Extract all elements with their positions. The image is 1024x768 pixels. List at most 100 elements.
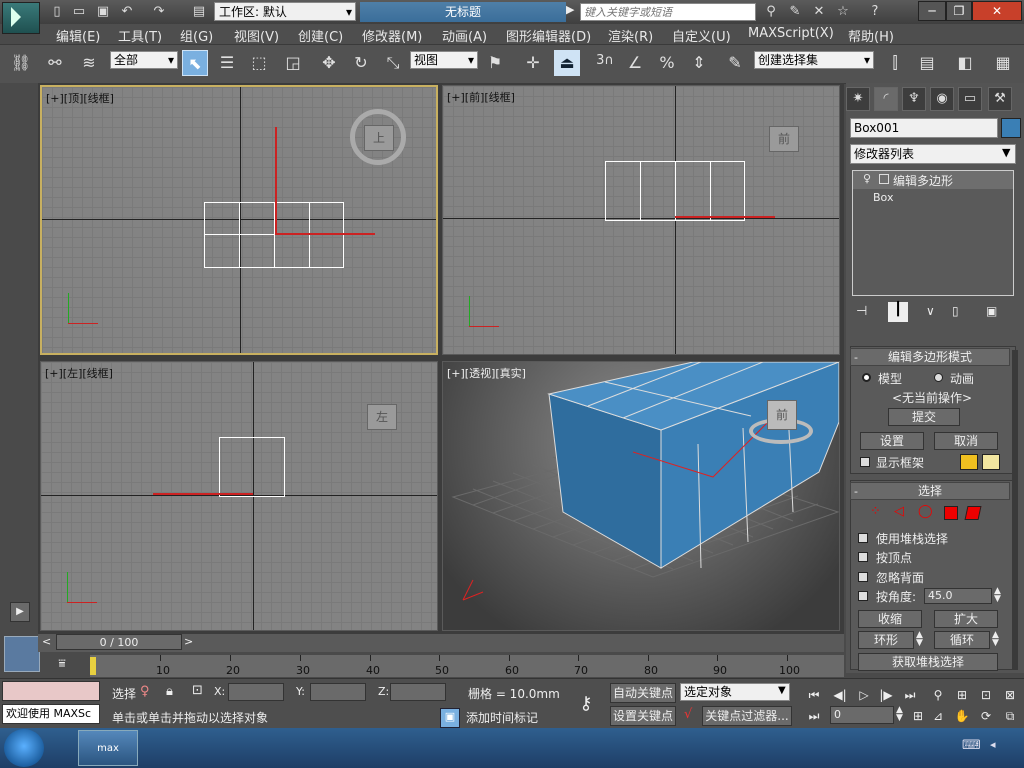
help-icon[interactable]: ? <box>866 3 884 21</box>
gizmo-x-axis[interactable] <box>275 233 375 235</box>
shrink-button[interactable]: 收缩 <box>858 610 922 628</box>
select-object-icon[interactable]: ⬉ <box>182 50 208 76</box>
viewcube[interactable]: 左 <box>367 404 397 430</box>
viewport-front-label[interactable]: [+][前][线框] <box>447 89 515 105</box>
key-filters-button[interactable]: 关键点过滤器... <box>702 706 792 726</box>
polygon-mode-icon[interactable] <box>944 506 958 520</box>
app-logo-button[interactable] <box>2 2 40 34</box>
viewcube[interactable]: 上 <box>364 125 394 151</box>
rectangular-selection-icon[interactable]: ⬚ <box>246 50 272 76</box>
set-key-button[interactable]: 设置关键点 <box>610 706 676 726</box>
favorites-star-icon[interactable]: ☆ <box>834 3 852 21</box>
gizmo-x-axis[interactable] <box>675 216 775 218</box>
edge-mode-icon[interactable]: ◁ <box>894 504 904 519</box>
previous-frame-icon[interactable]: ◀| <box>830 687 850 703</box>
time-slider[interactable]: 0 / 100 <box>56 634 182 650</box>
gizmo-y-axis[interactable] <box>275 127 277 233</box>
menu-edit[interactable]: 编辑(E) <box>56 26 100 45</box>
frame-spinner-icon[interactable]: ▲ ▼ <box>896 706 903 723</box>
cage-selected-color-swatch[interactable] <box>982 454 1000 470</box>
radio-animate[interactable] <box>934 373 943 382</box>
object-name-field[interactable]: Box001 <box>850 118 998 138</box>
menu-help[interactable]: 帮助(H) <box>848 26 894 45</box>
by-vertex-checkbox[interactable] <box>858 552 868 562</box>
minimize-button[interactable]: ─ <box>918 1 946 21</box>
display-tab-icon[interactable]: ▭ <box>958 87 982 111</box>
track-bar[interactable]: 10 20 30 40 50 60 70 80 90 100 <box>90 655 844 677</box>
viewcube[interactable]: 前 <box>767 400 797 430</box>
expand-panel-icon[interactable]: ▶ <box>10 602 30 622</box>
spinner-snap-icon[interactable]: ⇕ <box>686 50 712 76</box>
zoom-extents-icon[interactable]: ⊡ <box>976 687 996 703</box>
auto-key-button[interactable]: 自动关键点 <box>610 683 676 703</box>
align-icon[interactable]: ▤ <box>914 50 940 76</box>
viewport-top[interactable]: [+][顶][线框] 上 <box>40 85 438 355</box>
cancel-button[interactable]: 取消 <box>934 432 998 450</box>
current-frame-marker[interactable] <box>90 657 96 675</box>
viewport-layout-icon[interactable] <box>4 636 40 672</box>
snaps-toggle-icon[interactable]: 3∩ <box>592 48 618 74</box>
reference-coord-dropdown[interactable]: 视图 <box>410 51 478 69</box>
menu-create[interactable]: 创建(C) <box>298 26 343 45</box>
settings-button[interactable]: 设置 <box>860 432 924 450</box>
viewport-front[interactable]: [+][前][线框] 前 <box>442 85 840 355</box>
percent-snap-icon[interactable]: % <box>654 50 680 76</box>
create-tab-icon[interactable]: ✷ <box>846 87 870 111</box>
loop-spinner-icon[interactable]: ▲ ▼ <box>992 631 999 648</box>
show-end-result-icon[interactable]: ┃ <box>888 302 908 322</box>
select-and-scale-icon[interactable]: ⤡ <box>380 50 406 76</box>
layer-manager-icon[interactable]: ◧ <box>952 50 978 76</box>
time-configuration-icon[interactable]: ⊞ <box>908 708 928 724</box>
binoculars-icon[interactable]: ⚲ <box>762 3 780 21</box>
ring-spinner-icon[interactable]: ▲ ▼ <box>916 631 923 648</box>
by-angle-checkbox[interactable] <box>858 591 868 601</box>
use-pivot-center-icon[interactable]: ⚑ <box>482 50 508 76</box>
select-and-link-icon[interactable]: ⛓ <box>8 50 34 76</box>
object-color-swatch[interactable] <box>1001 118 1021 138</box>
zoom-icon[interactable]: ⚲ <box>928 687 948 703</box>
menu-animation[interactable]: 动画(A) <box>442 26 487 45</box>
communication-icon[interactable]: ✎ <box>786 3 804 21</box>
isolate-selection-icon[interactable]: ♀ <box>140 684 150 699</box>
vertex-mode-icon[interactable]: ⁘ <box>870 504 881 519</box>
stack-item-edit-poly[interactable]: ♀ 编辑多边形 <box>853 171 1013 189</box>
lightbulb-icon[interactable]: ♀ <box>863 172 871 185</box>
project-folder-icon[interactable]: ▤ <box>190 3 208 21</box>
commit-button[interactable]: 提交 <box>888 408 960 426</box>
rollout-title[interactable]: 选择 <box>850 482 1010 500</box>
viewport-left-label[interactable]: [+][左][线框] <box>45 365 113 381</box>
save-file-icon[interactable]: ▣ <box>94 3 112 21</box>
play-icon[interactable]: ▷ <box>854 687 874 703</box>
show-cage-checkbox[interactable] <box>860 457 870 467</box>
menu-customize[interactable]: 自定义(U) <box>672 26 731 45</box>
edit-named-selection-icon[interactable]: ✎ <box>722 50 748 76</box>
grow-button[interactable]: 扩大 <box>934 610 998 628</box>
start-button[interactable] <box>4 729 44 767</box>
undo-icon[interactable]: ↶ <box>118 3 136 21</box>
orbit-icon[interactable]: ⟳ <box>976 708 996 724</box>
close-button[interactable]: ✕ <box>972 1 1022 21</box>
z-coord-field[interactable] <box>390 683 446 701</box>
time-next-icon[interactable]: > <box>184 635 193 648</box>
taskbar-3dsmax-button[interactable]: max <box>78 730 138 766</box>
box-wireframe[interactable] <box>219 437 285 497</box>
use-stack-selection-checkbox[interactable] <box>858 533 868 543</box>
key-icon[interactable]: ⚷ <box>568 690 604 718</box>
search-arrow-icon[interactable]: ▶ <box>566 3 574 16</box>
bind-space-warp-icon[interactable]: ≋ <box>76 50 102 76</box>
zoom-all-icon[interactable]: ⊞ <box>952 687 972 703</box>
modifier-stack[interactable]: ♀ 编辑多边形 Box <box>852 170 1014 296</box>
menu-maxscript[interactable]: MAXScript(X) <box>748 26 834 41</box>
next-frame-icon[interactable]: |▶ <box>876 687 896 703</box>
viewport-top-label[interactable]: [+][顶][线框] <box>46 90 114 106</box>
add-time-tag-label[interactable]: 添加时间标记 <box>466 709 538 726</box>
unlink-icon[interactable]: ⚯ <box>42 50 68 76</box>
field-of-view-icon[interactable]: ⊿ <box>928 708 948 724</box>
redo-icon[interactable]: ↷ <box>150 3 168 21</box>
border-mode-icon[interactable]: ◯ <box>918 504 933 519</box>
search-input[interactable]: 键入关键字或短语 <box>580 3 756 21</box>
absolute-mode-icon[interactable]: ⊡ <box>192 683 203 698</box>
utilities-tab-icon[interactable]: ⚒ <box>988 87 1012 111</box>
named-selection-dropdown[interactable]: 创建选择集 <box>754 51 874 69</box>
menu-group[interactable]: 组(G) <box>180 26 213 45</box>
